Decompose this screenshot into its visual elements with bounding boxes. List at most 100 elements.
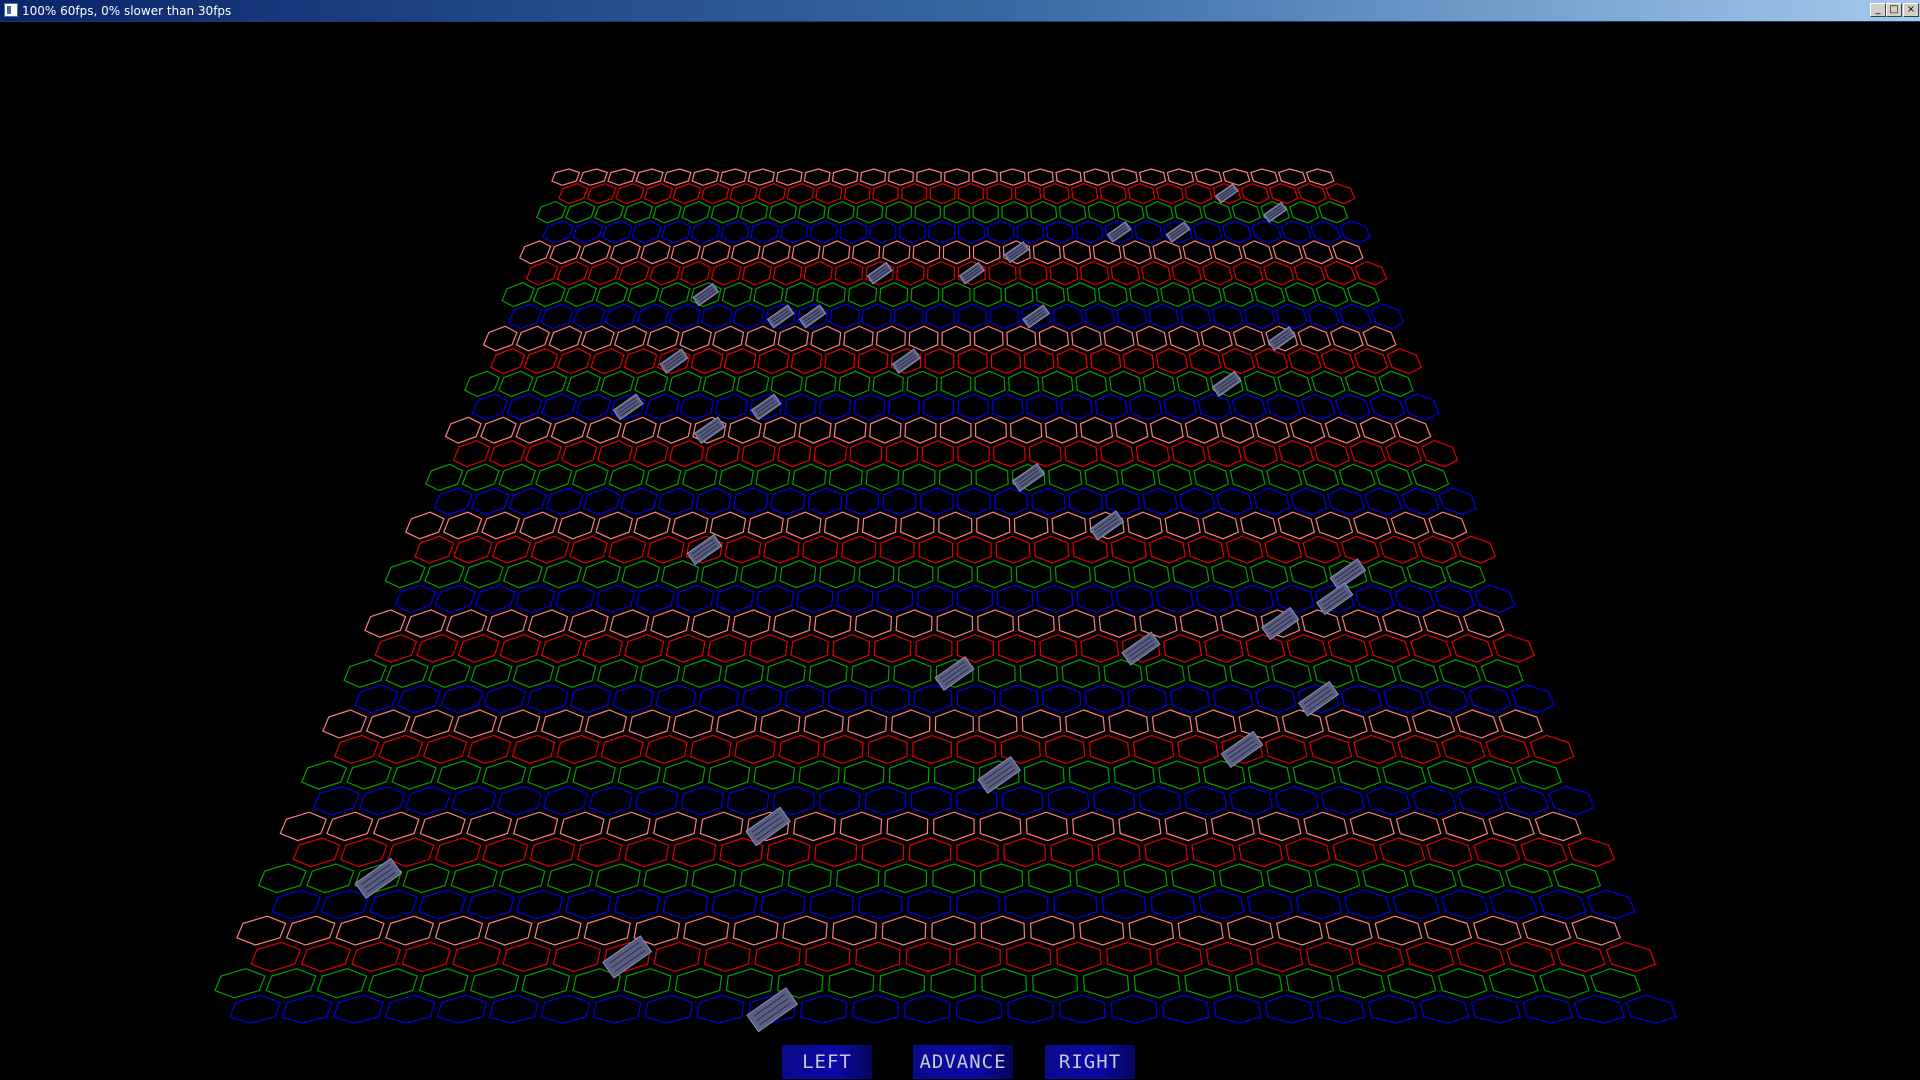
hex-cell[interactable] bbox=[1129, 282, 1160, 308]
hex-cell[interactable] bbox=[718, 463, 754, 492]
hex-cell[interactable] bbox=[384, 560, 426, 589]
hex-cell[interactable] bbox=[1264, 535, 1303, 564]
hex-cell[interactable] bbox=[527, 760, 572, 790]
hex-cell[interactable] bbox=[1266, 393, 1302, 421]
hex-cell[interactable] bbox=[569, 535, 608, 564]
hex-cell[interactable] bbox=[481, 511, 521, 540]
hex-cell[interactable] bbox=[942, 240, 971, 265]
hex-cell[interactable] bbox=[1097, 837, 1141, 868]
hex-cell[interactable] bbox=[1456, 535, 1497, 564]
hex-cell[interactable] bbox=[1198, 889, 1245, 920]
hex-cell[interactable] bbox=[1174, 200, 1203, 224]
hex-cell[interactable] bbox=[1087, 200, 1116, 224]
title-bar[interactable]: 100% 60fps, 0% slower than 30fps _ □ × bbox=[0, 0, 1920, 22]
hex-cell[interactable] bbox=[861, 837, 905, 868]
hex-cell[interactable] bbox=[1344, 370, 1380, 398]
hex-cell[interactable] bbox=[943, 200, 970, 224]
hex-cell[interactable] bbox=[775, 168, 803, 186]
hex-cell[interactable] bbox=[864, 785, 907, 816]
hex-cell[interactable] bbox=[957, 535, 992, 564]
hex-cell[interactable] bbox=[784, 684, 825, 714]
hex-cell[interactable] bbox=[741, 440, 776, 468]
hex-cell[interactable] bbox=[564, 889, 612, 920]
hex-cell[interactable] bbox=[569, 684, 612, 714]
hex-cell[interactable] bbox=[1138, 168, 1167, 186]
hex-cell[interactable] bbox=[1014, 183, 1042, 205]
hex-cell[interactable] bbox=[1352, 511, 1392, 540]
hex-cell[interactable] bbox=[824, 348, 856, 375]
hex-cell[interactable] bbox=[936, 609, 974, 638]
hex-cell[interactable] bbox=[1033, 535, 1070, 564]
hex-cell[interactable] bbox=[956, 837, 999, 868]
hex-cell[interactable] bbox=[1289, 200, 1320, 224]
hex-cell[interactable] bbox=[831, 915, 877, 946]
hex-cell[interactable] bbox=[823, 511, 860, 540]
hex-cell[interactable] bbox=[1253, 282, 1286, 308]
hex-cell[interactable] bbox=[690, 348, 724, 375]
hex-cell[interactable] bbox=[843, 325, 874, 352]
hex-cell[interactable] bbox=[668, 370, 702, 398]
hex-cell[interactable] bbox=[1135, 440, 1170, 468]
hex-cell[interactable] bbox=[561, 440, 598, 468]
hex-cell[interactable] bbox=[1338, 463, 1376, 492]
hex-cell[interactable] bbox=[691, 609, 731, 638]
hex-cell[interactable] bbox=[229, 994, 282, 1024]
hex-cell[interactable] bbox=[807, 487, 843, 516]
hex-cell[interactable] bbox=[422, 734, 468, 765]
hex-cell[interactable] bbox=[1051, 511, 1087, 540]
hex-cell[interactable] bbox=[1152, 240, 1183, 265]
hex-cell[interactable] bbox=[1009, 416, 1043, 444]
hex-cell[interactable] bbox=[530, 535, 570, 564]
hex-cell[interactable] bbox=[1425, 684, 1469, 714]
hex-cell[interactable] bbox=[1113, 760, 1156, 790]
hex-cell[interactable] bbox=[1171, 260, 1202, 286]
hex-cell[interactable] bbox=[865, 463, 900, 492]
hex-cell[interactable] bbox=[893, 303, 924, 330]
hex-cell[interactable] bbox=[1314, 863, 1361, 894]
hex-cell[interactable] bbox=[1251, 220, 1282, 244]
hex-cell[interactable] bbox=[1552, 863, 1602, 894]
hex-cell[interactable] bbox=[1042, 183, 1070, 205]
hex-cell[interactable] bbox=[624, 837, 670, 868]
hex-cell[interactable] bbox=[540, 303, 574, 330]
hex-cell[interactable] bbox=[938, 463, 973, 492]
hex-cell[interactable] bbox=[1434, 584, 1476, 614]
hex-cell[interactable] bbox=[1422, 609, 1464, 638]
hex-cell[interactable] bbox=[1238, 709, 1281, 739]
hex-cell[interactable] bbox=[996, 584, 1034, 614]
hex-cell[interactable] bbox=[845, 487, 880, 516]
hex-cell[interactable] bbox=[557, 348, 592, 375]
hex-cell[interactable] bbox=[440, 684, 484, 714]
hex-cell[interactable] bbox=[469, 968, 520, 999]
hex-cell[interactable] bbox=[1018, 260, 1048, 286]
hex-cell[interactable] bbox=[1220, 609, 1260, 638]
hex-cell[interactable] bbox=[366, 709, 411, 739]
hex-cell[interactable] bbox=[1234, 968, 1283, 999]
hex-cell[interactable] bbox=[624, 634, 665, 663]
hex-cell[interactable] bbox=[512, 811, 559, 842]
hex-cell[interactable] bbox=[916, 584, 953, 614]
hex-cell[interactable] bbox=[675, 584, 715, 614]
hex-cell[interactable] bbox=[556, 260, 589, 286]
hex-cell[interactable] bbox=[471, 393, 509, 421]
hex-cell[interactable] bbox=[1315, 282, 1349, 308]
hex-cell[interactable] bbox=[1354, 659, 1397, 688]
hex-cell[interactable] bbox=[613, 889, 661, 920]
unit-marker[interactable] bbox=[693, 416, 726, 445]
hex-cell[interactable] bbox=[810, 325, 842, 352]
hex-cell[interactable] bbox=[498, 370, 534, 398]
hex-cell[interactable] bbox=[1001, 785, 1044, 816]
hex-cell[interactable] bbox=[627, 282, 660, 308]
hex-cell[interactable] bbox=[1158, 760, 1201, 790]
hex-cell[interactable] bbox=[1163, 393, 1197, 421]
hex-cell[interactable] bbox=[1157, 463, 1193, 492]
hex-cell[interactable] bbox=[760, 889, 806, 920]
hex-cell[interactable] bbox=[419, 811, 466, 842]
unit-marker[interactable] bbox=[1298, 680, 1340, 717]
hex-cell[interactable] bbox=[661, 220, 692, 244]
hex-cell[interactable] bbox=[636, 303, 670, 330]
hex-cell[interactable] bbox=[705, 440, 741, 468]
hex-cell[interactable] bbox=[1406, 560, 1447, 589]
hex-cell[interactable] bbox=[583, 487, 621, 516]
hex-cell[interactable] bbox=[988, 260, 1017, 286]
